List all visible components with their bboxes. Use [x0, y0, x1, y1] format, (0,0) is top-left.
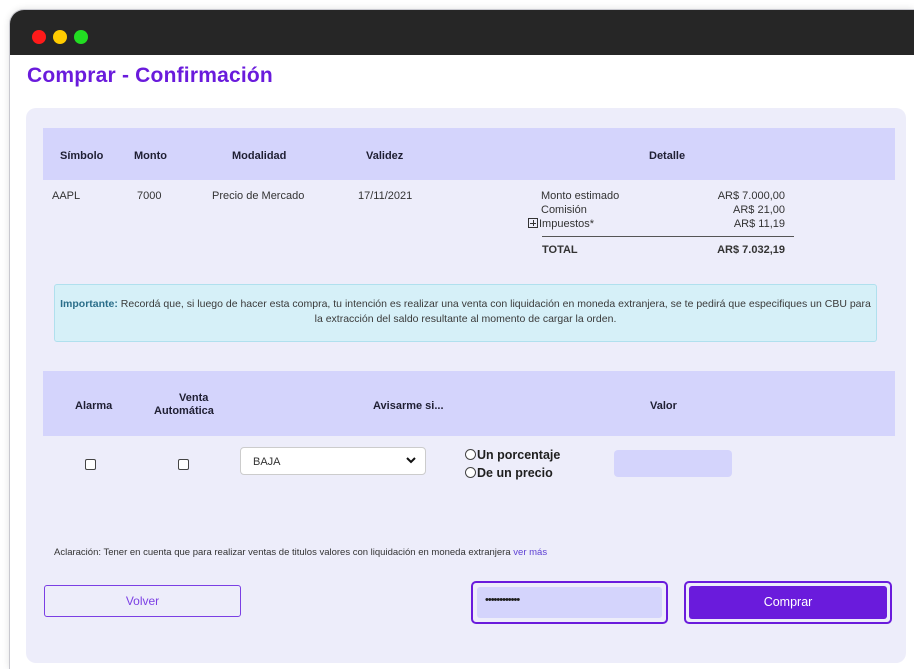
notice-text: Recordá que, si luego de hacer esta comp… — [117, 298, 871, 325]
notice-bold: Importante: — [60, 298, 118, 310]
password-input[interactable]: •••••••••••• — [477, 587, 662, 618]
aclaracion-body: Aclaración: Tener en cuenta que para rea… — [54, 547, 514, 558]
header-simbolo: Símbolo — [60, 150, 104, 162]
detail-label: Monto estimado — [541, 190, 620, 202]
aclaracion-text: Aclaración: Tener en cuenta que para rea… — [54, 547, 547, 558]
header-venta: Venta — [179, 392, 209, 404]
header-alarma: Alarma — [75, 400, 113, 412]
window-titlebar — [10, 10, 914, 55]
detail-label: Impuestos* — [539, 218, 595, 230]
expand-plus-icon[interactable] — [528, 218, 538, 228]
detail-row-total: TOTAL AR$ 7.032,19 — [542, 244, 785, 258]
header-validez: Validez — [366, 150, 404, 162]
detail-label: Comisión — [541, 204, 587, 216]
close-window-dot[interactable] — [32, 30, 46, 44]
alarma-checkbox[interactable] — [85, 459, 96, 470]
radio-label: Un porcentaje — [477, 448, 561, 462]
chevron-down-icon — [406, 457, 416, 464]
order-table-header: Símbolo Monto Modalidad Validez Detalle — [43, 128, 895, 180]
comprar-button[interactable]: Comprar — [689, 586, 887, 619]
cell-modalidad: Precio de Mercado — [212, 190, 305, 202]
cell-simbolo: AAPL — [52, 190, 81, 202]
detail-value: AR$ 7.000,00 — [717, 190, 785, 202]
total-label: TOTAL — [542, 244, 578, 256]
header-detalle: Detalle — [649, 150, 686, 162]
cell-monto: 7000 — [137, 190, 162, 202]
header-automatica: Automática — [154, 405, 214, 417]
radio-circle-icon[interactable] — [465, 449, 476, 460]
header-avisarme: Avisarme si... — [373, 400, 444, 412]
radio-precio[interactable]: De un precio — [465, 466, 553, 480]
alarm-table-header: Alarma Venta Automática Avisarme si... V… — [43, 371, 895, 436]
password-field-focus-ring: •••••••••••• — [471, 581, 668, 624]
ver-mas-link[interactable]: ver más — [513, 547, 547, 558]
detail-value: AR$ 21,00 — [733, 204, 785, 216]
total-divider — [542, 236, 794, 237]
detail-value: AR$ 11,19 — [733, 218, 785, 230]
condition-select[interactable]: BAJA — [240, 447, 426, 475]
venta-automatica-checkbox[interactable] — [178, 459, 189, 470]
radio-porcentaje[interactable]: Un porcentaje — [465, 448, 560, 462]
valor-input[interactable] — [614, 450, 732, 477]
important-notice: Importante: Recordá que, si luego de hac… — [54, 284, 877, 342]
radio-label: De un precio — [477, 466, 553, 480]
page-title: Comprar - Confirmación — [27, 64, 273, 87]
select-value: BAJA — [253, 456, 281, 468]
comprar-button-focus-ring: Comprar — [684, 581, 892, 624]
detail-row-impuestos: Impuestos* AR$ 11,19 — [528, 218, 785, 232]
detail-row-monto: Monto estimado AR$ 7.000,00 — [541, 190, 785, 204]
maximize-window-dot[interactable] — [74, 30, 88, 44]
header-monto: Monto — [134, 150, 167, 162]
header-valor: Valor — [650, 400, 677, 412]
minimize-window-dot[interactable] — [53, 30, 67, 44]
cell-validez: 17/11/2021 — [358, 190, 413, 202]
total-value: AR$ 7.032,19 — [717, 244, 785, 256]
header-modalidad: Modalidad — [232, 150, 287, 162]
browser-window: Comprar - Confirmación Símbolo Monto Mod… — [10, 10, 914, 669]
detail-row-comision: Comisión AR$ 21,00 — [541, 204, 785, 218]
radio-circle-icon[interactable] — [465, 467, 476, 478]
volver-button[interactable]: Volver — [44, 585, 241, 617]
